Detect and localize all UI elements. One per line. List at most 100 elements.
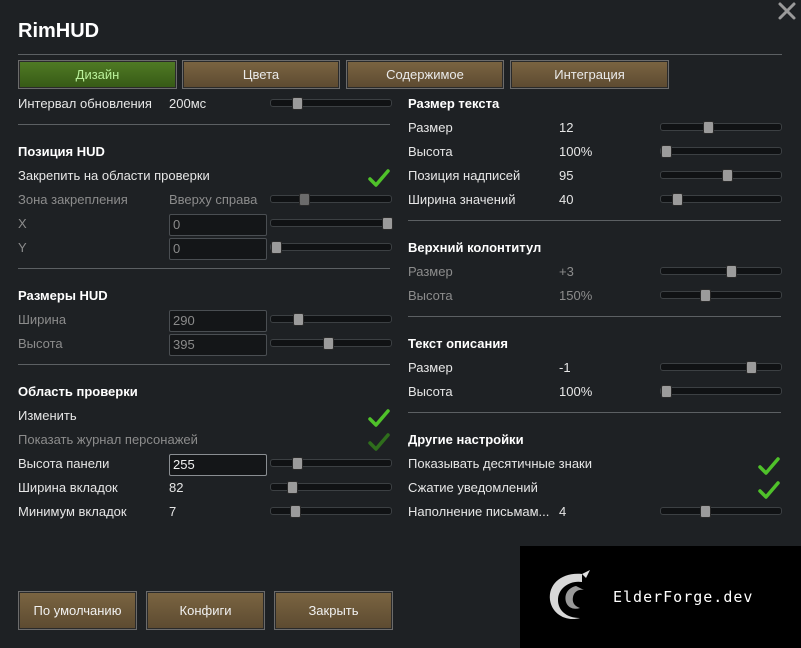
hud-height-field[interactable]: 395 — [169, 334, 267, 356]
y-label: Y — [18, 240, 27, 255]
show-log-checkbox-check-icon[interactable] — [368, 432, 390, 452]
text-size-heading: Размер текста — [408, 96, 500, 111]
row-label: Размер — [408, 120, 453, 135]
show-log-label: Показать журнал персонажей — [18, 432, 198, 447]
compress-label: Сжатие уведомлений — [408, 480, 538, 495]
row-slider[interactable] — [660, 361, 782, 374]
slider-thumb[interactable] — [726, 265, 737, 278]
row-slider[interactable] — [660, 193, 782, 206]
refresh-interval-label: Интервал обновления — [18, 96, 152, 111]
description-heading: Текст описания — [408, 336, 508, 351]
row-value: -1 — [559, 360, 571, 375]
hud-height-label: Высота — [18, 336, 63, 351]
slider-thumb[interactable] — [290, 505, 301, 518]
slider-thumb[interactable] — [700, 505, 711, 518]
slider-thumb[interactable] — [323, 337, 334, 350]
close-icon[interactable] — [776, 0, 798, 22]
tab-integration[interactable]: Интеграция — [510, 60, 669, 89]
slider-thumb[interactable] — [746, 361, 757, 374]
panel-height-slider[interactable] — [270, 457, 392, 470]
tab-colors[interactable]: Цвета — [182, 60, 340, 89]
decimals-label: Показывать десятичные знаки — [408, 456, 593, 471]
y-field[interactable]: 0 — [169, 238, 267, 260]
row-slider[interactable] — [660, 265, 782, 278]
x-slider[interactable] — [270, 217, 393, 230]
row-value: +3 — [559, 264, 574, 279]
row-label: Высота — [408, 144, 453, 159]
divider — [408, 316, 781, 317]
hud-width-label: Ширина — [18, 312, 67, 327]
divider — [18, 364, 390, 365]
window-title: RimHUD — [18, 20, 100, 42]
slider-thumb[interactable] — [661, 145, 672, 158]
anchor-slider[interactable] — [270, 193, 392, 206]
hud-position-heading: Позиция HUD — [18, 144, 105, 159]
slider-thumb[interactable] — [292, 457, 303, 470]
refresh-interval-value: 200мс — [169, 96, 207, 111]
panel-height-field[interactable]: 255 — [169, 454, 267, 476]
row-label: Размер — [408, 360, 453, 375]
row-label: Высота — [408, 384, 453, 399]
slider-thumb[interactable] — [287, 481, 298, 494]
row-slider[interactable] — [660, 289, 782, 302]
dragon-logo-icon — [549, 570, 590, 620]
row-slider[interactable] — [660, 385, 782, 398]
row-value: 100% — [559, 144, 593, 159]
slider-thumb[interactable] — [661, 385, 672, 398]
tab-content[interactable]: Содержимое — [346, 60, 504, 89]
tab-width-slider[interactable] — [270, 481, 392, 494]
tab-width-value: 82 — [169, 480, 184, 495]
divider — [18, 268, 390, 269]
watermark-text: ElderForge.dev — [613, 588, 754, 606]
header-heading: Верхний колонтитул — [408, 240, 542, 255]
other-heading: Другие настройки — [408, 432, 524, 447]
tab-design[interactable]: Дизайн — [18, 60, 177, 89]
decimals-checkbox-check-icon[interactable] — [758, 456, 780, 476]
divider — [408, 412, 781, 413]
y-slider[interactable] — [270, 241, 392, 254]
hud-width-field[interactable]: 290 — [169, 310, 267, 332]
row-value: 40 — [559, 192, 574, 207]
slider-thumb[interactable] — [722, 169, 733, 182]
dock-checkbox-check-icon[interactable] — [368, 168, 390, 188]
row-slider[interactable] — [660, 169, 782, 182]
divider — [408, 220, 781, 221]
row-value: 95 — [559, 168, 574, 183]
close-button[interactable]: Закрыть — [274, 591, 393, 630]
watermark: ElderForge.dev — [520, 546, 801, 648]
defaults-button[interactable]: По умолчанию — [18, 591, 137, 630]
anchor-value: Вверху справа — [169, 192, 258, 207]
inspect-heading: Область проверки — [18, 384, 138, 399]
slider-thumb[interactable] — [700, 289, 711, 302]
row-label: Ширина значений — [408, 192, 516, 207]
slider-thumb[interactable] — [299, 193, 310, 206]
letter-fill-value: 4 — [559, 504, 567, 519]
hud-width-slider[interactable] — [270, 313, 392, 326]
change-checkbox-check-icon[interactable] — [368, 408, 390, 428]
slider-thumb[interactable] — [672, 193, 683, 206]
letter-fill-slider[interactable] — [660, 505, 782, 518]
divider — [18, 124, 390, 125]
min-tabs-slider[interactable] — [270, 505, 392, 518]
hud-height-slider[interactable] — [270, 337, 392, 350]
configs-button[interactable]: Конфиги — [146, 591, 265, 630]
panel-height-label: Высота панели — [18, 456, 110, 471]
refresh-interval-slider[interactable] — [270, 97, 392, 110]
dock-label: Закрепить на области проверки — [18, 168, 210, 183]
slider-thumb[interactable] — [292, 97, 303, 110]
slider-thumb[interactable] — [703, 121, 714, 134]
hud-size-heading: Размеры HUD — [18, 288, 108, 303]
row-label: Позиция надписей — [408, 168, 521, 183]
row-label: Высота — [408, 288, 453, 303]
x-field[interactable]: 0 — [169, 214, 267, 236]
row-slider[interactable] — [660, 145, 782, 158]
row-value: 100% — [559, 384, 593, 399]
row-value: 150% — [559, 288, 593, 303]
compress-checkbox-check-icon[interactable] — [758, 480, 780, 500]
row-slider[interactable] — [660, 121, 782, 134]
slider-thumb[interactable] — [293, 313, 304, 326]
x-label: X — [18, 216, 27, 231]
change-label: Изменить — [18, 408, 77, 423]
slider-thumb[interactable] — [271, 241, 282, 254]
slider-thumb[interactable] — [382, 217, 393, 230]
